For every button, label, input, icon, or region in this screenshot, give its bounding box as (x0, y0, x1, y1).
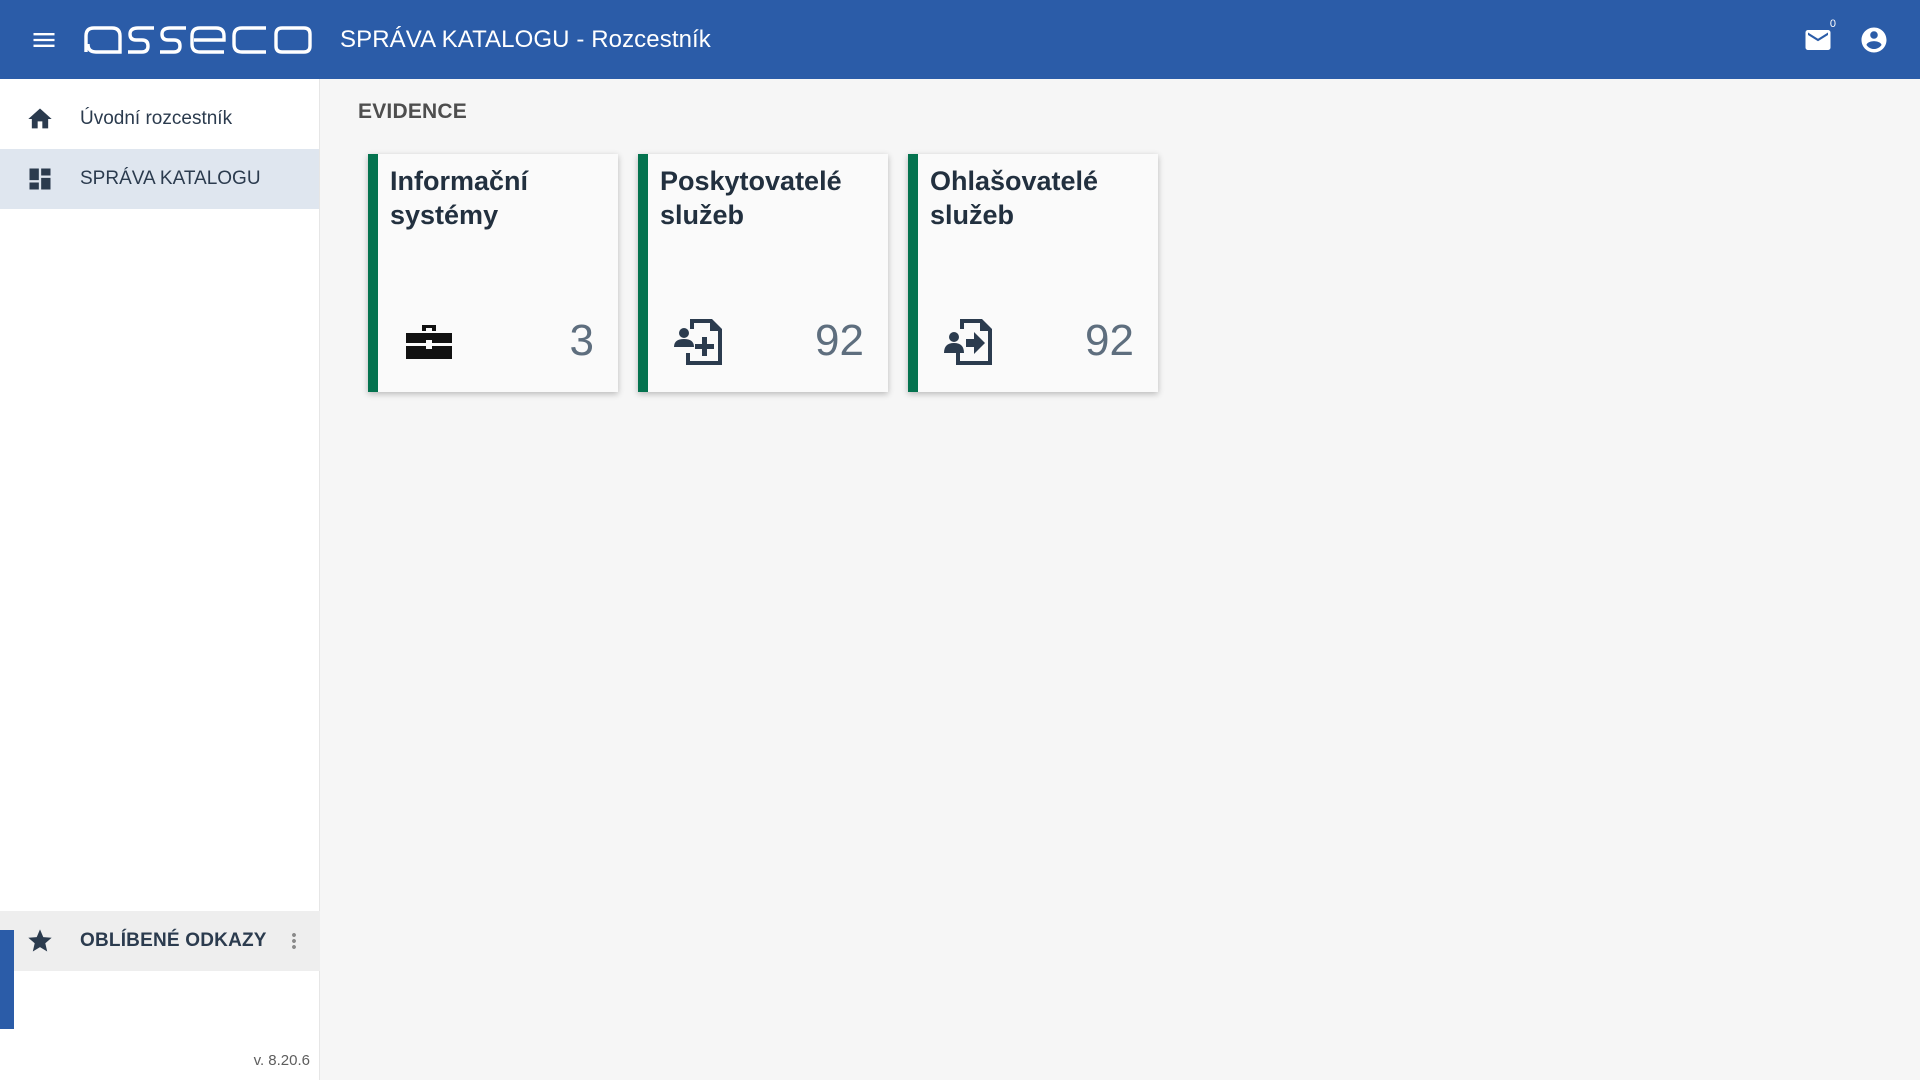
app-header: SPRÁVA KATALOGU - Rozcestník 0 (0, 0, 1920, 79)
menu-icon (33, 32, 55, 47)
mail-count-badge: 0 (1829, 17, 1836, 30)
sidebar-item-label: SPRÁVA KATALOGU (80, 168, 261, 189)
favorites-more-button[interactable] (268, 911, 320, 971)
sidebar-item-label: Úvodní rozcestník (80, 108, 233, 129)
page-title: SPRÁVA KATALOGU - Rozcestník (340, 25, 711, 53)
card-poskytovatele-sluzeb[interactable]: Poskytovatelé služeb 92 (638, 154, 888, 392)
account-circle-icon (1861, 27, 1887, 52)
app-version: v. 8.20.6 (253, 1052, 310, 1069)
main-content: EVIDENCE Informační systémy 3 Poskytovat… (320, 79, 1920, 1080)
card-count: 92 (1085, 316, 1134, 365)
menu-button[interactable] (0, 0, 88, 79)
card-title: Ohlašovatelé služeb (930, 166, 1099, 230)
favorites-bar[interactable]: OBLÍBENÉ ODKAZY (0, 911, 320, 971)
mail-icon (1805, 29, 1831, 50)
card-ohlasovatele-sluzeb[interactable]: Ohlašovatelé služeb 92 (908, 154, 1158, 392)
sidebar-item-uvodni-rozcestnik[interactable]: Úvodní rozcestník (0, 89, 319, 149)
card-title: Informační systémy (390, 166, 529, 230)
favorites-accent (0, 930, 14, 1029)
more-vert-icon (292, 933, 296, 949)
card-count: 92 (815, 316, 864, 365)
toolbox-icon (402, 315, 456, 369)
user-account-button[interactable] (1846, 12, 1902, 68)
asseco-logo[interactable] (82, 22, 314, 58)
card-count: 3 (569, 316, 594, 365)
card-title: Poskytovatelé služeb (660, 166, 842, 230)
mail-button[interactable]: 0 (1790, 12, 1846, 68)
document-person-add-icon (672, 315, 726, 369)
dashboard-icon (29, 168, 51, 190)
star-icon (28, 929, 52, 952)
section-title: EVIDENCE (358, 100, 467, 123)
home-icon (28, 108, 52, 129)
document-person-send-icon (942, 315, 996, 369)
card-informacni-systemy[interactable]: Informační systémy 3 (368, 154, 618, 392)
favorites-label: OBLÍBENÉ ODKAZY (80, 930, 267, 951)
sidebar-item-sprava-katalogu[interactable]: SPRÁVA KATALOGU (0, 149, 319, 209)
